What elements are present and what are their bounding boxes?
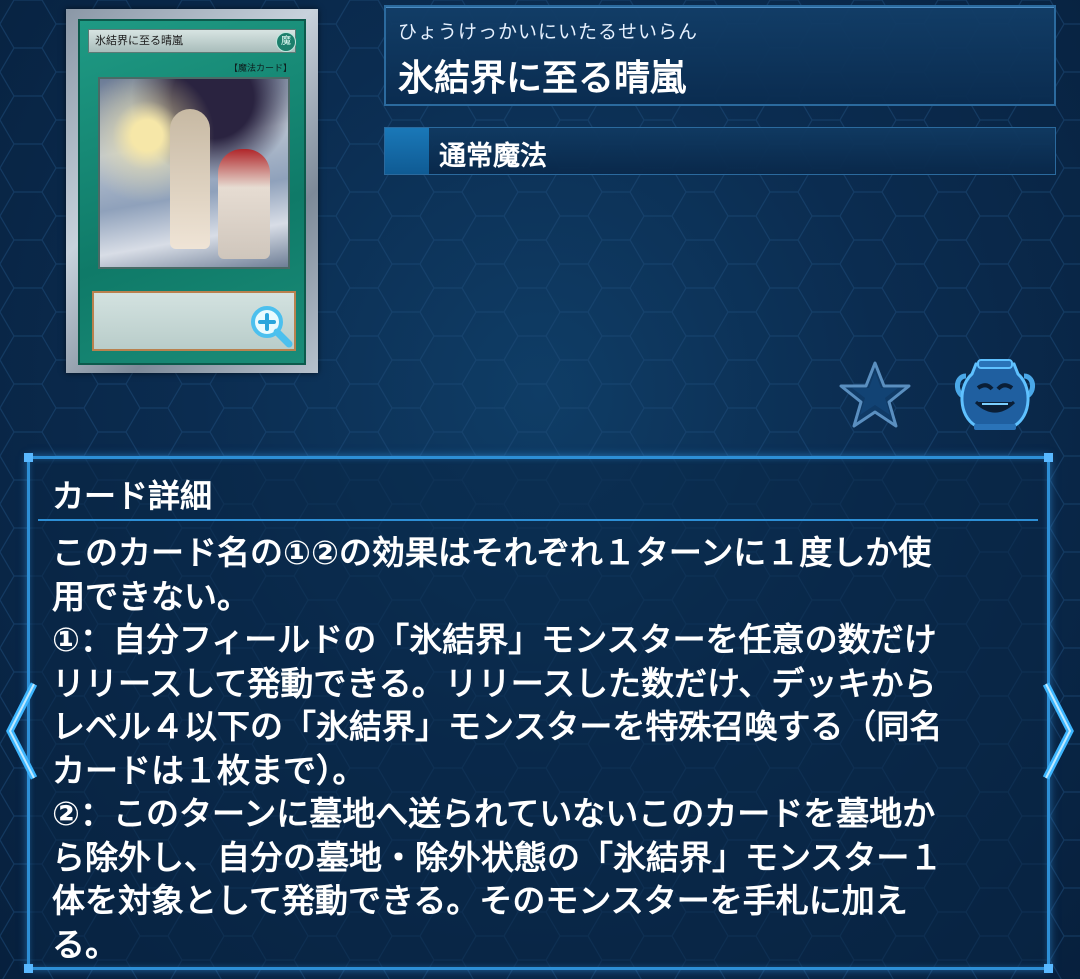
card-type-label: 通常魔法 bbox=[439, 141, 547, 172]
panel-corner bbox=[1044, 964, 1053, 973]
artwork-figure bbox=[170, 109, 210, 249]
next-card-arrow-icon[interactable] bbox=[1040, 676, 1080, 786]
detail-header: カード詳細 bbox=[38, 461, 1038, 521]
spell-type-swatch bbox=[385, 128, 429, 174]
card-detail-screen: 氷結界に至る晴嵐 魔 【魔法カード】 ひょうけっかいにいたるせいらん 氷結界に至… bbox=[0, 0, 1080, 979]
previous-card-arrow-icon[interactable] bbox=[0, 676, 40, 786]
pot-of-greed-icon[interactable] bbox=[952, 358, 1038, 432]
card-name-panel: ひょうけっかいにいたるせいらん 氷結界に至る晴嵐 bbox=[384, 5, 1056, 106]
detail-heading: カード詳細 bbox=[52, 477, 213, 515]
zoom-icon[interactable] bbox=[248, 303, 294, 349]
card-frame: 氷結界に至る晴嵐 魔 【魔法カード】 bbox=[78, 19, 306, 365]
card-name-reading: ひょうけっかいにいたるせいらん bbox=[398, 21, 699, 43]
card-image[interactable]: 氷結界に至る晴嵐 魔 【魔法カード】 bbox=[66, 9, 318, 373]
card-effect-text: このカード名の①②の効果はそれぞれ１ターンに１度しか使 用できない。 ①：自分フ… bbox=[52, 533, 943, 964]
card-detail-panel: カード詳細 このカード名の①②の効果はそれぞれ１ターンに１度しか使 用できない。… bbox=[24, 453, 1053, 973]
panel-corner bbox=[1044, 453, 1053, 462]
panel-corner bbox=[24, 964, 33, 973]
star-icon[interactable] bbox=[838, 360, 912, 430]
card-type-panel: 通常魔法 bbox=[384, 127, 1056, 175]
card-name: 氷結界に至る晴嵐 bbox=[398, 58, 687, 99]
card-artwork bbox=[98, 77, 290, 269]
spell-attribute-icon: 魔 bbox=[276, 32, 296, 52]
card-image-name: 氷結界に至る晴嵐 bbox=[88, 29, 296, 53]
card-image-type-line: 【魔法カード】 bbox=[228, 64, 292, 74]
panel-corner bbox=[24, 453, 33, 462]
artwork-figure bbox=[218, 149, 270, 259]
